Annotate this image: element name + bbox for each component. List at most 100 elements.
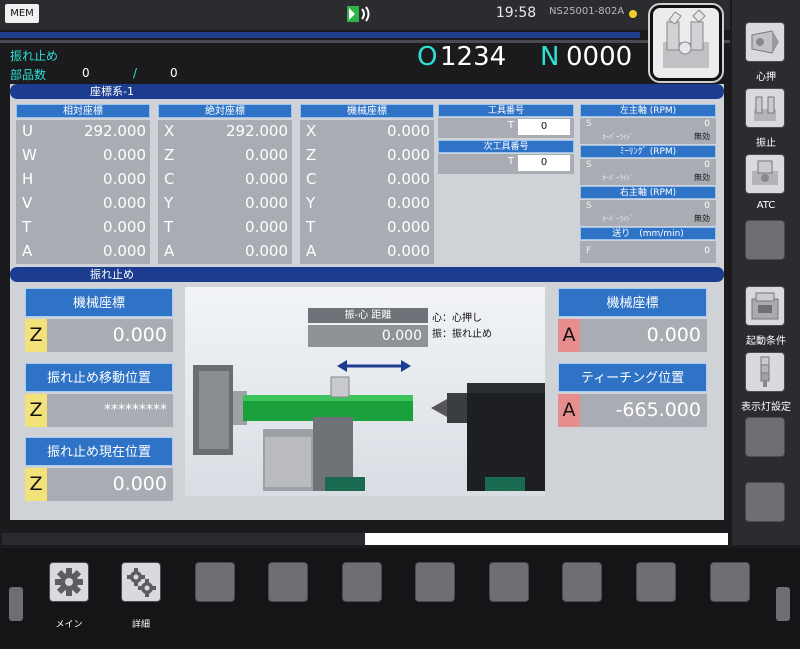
axis-value: 0.000 — [245, 242, 288, 260]
parts-count-label: 部品数 — [10, 68, 47, 82]
signal-tower-icon — [760, 356, 770, 387]
absolute-coord-header: 絶対座標 — [158, 104, 292, 118]
coord-row: A 0.000 — [16, 240, 150, 264]
axis-value: 0.000 — [387, 218, 430, 236]
clock: 19:58 — [495, 5, 537, 21]
atc-icon — [752, 160, 778, 185]
axis-label: T — [306, 218, 316, 236]
coord-row: U 292.000 — [16, 120, 150, 144]
bottom-button-label: メイン — [55, 620, 83, 630]
machine-coord-list: X 0.000 Z 0.000 C 0.000 Y 0.000 T 0.000 A 0.00… — [300, 120, 434, 264]
milling-spindle-box: S 0 ｵｰﾊﾞｰﾗｲﾄﾞ 無効 — [580, 159, 716, 185]
right-spindle-header: 右主軸 (RPM) — [580, 186, 716, 199]
bottom-blank-button[interactable] — [195, 562, 235, 602]
machine-icon — [751, 292, 779, 320]
feed-label: F — [586, 246, 592, 256]
side-button-label: ATC — [756, 200, 776, 211]
axis-value: 0.000 — [387, 170, 430, 188]
side-blank-button[interactable] — [745, 482, 785, 522]
distance-value: 0.000 — [308, 325, 428, 347]
operation-status: 振れ止め — [10, 49, 59, 63]
axis-value: 0.000 — [103, 146, 146, 164]
header-rule — [0, 32, 640, 38]
axis-value: 0.000 — [646, 324, 701, 346]
side-blank-button[interactable] — [745, 220, 785, 260]
next-tool-header: 次工具番号 — [438, 140, 574, 153]
tool-number-header: 工具番号 — [438, 104, 574, 117]
axis-value: 0.000 — [387, 242, 430, 260]
feed-box: F 0 — [580, 241, 716, 263]
axis-label: A — [164, 242, 175, 260]
next-tool-box: T 0 — [438, 154, 574, 174]
scroll-left-tab[interactable] — [9, 587, 23, 621]
override-value: 無効 — [694, 214, 710, 223]
spindle-s-label: S — [586, 119, 592, 129]
axis-letter: Z — [25, 394, 47, 427]
indicator-settings-button[interactable] — [745, 352, 785, 392]
axis-value: 0.000 — [103, 218, 146, 236]
steady-current-position-box: Z 0.000 — [25, 468, 173, 501]
side-blank-button[interactable] — [745, 417, 785, 457]
gears-icon — [127, 568, 156, 597]
sequence-number: 0000 — [566, 42, 633, 72]
bottom-blank-button[interactable] — [342, 562, 382, 602]
axis-label: C — [306, 170, 317, 188]
scroll-right-tab[interactable] — [776, 587, 790, 621]
bottom-bar — [0, 548, 800, 649]
bottom-blank-button[interactable] — [268, 562, 308, 602]
side-button-label: 起動条件 — [746, 336, 786, 347]
axis-value: ********* — [104, 402, 167, 418]
machine-coord-a-box: A 0.000 — [558, 319, 707, 352]
coord-row: Y 0.000 — [300, 192, 434, 216]
side-button-label: 心押 — [756, 72, 776, 83]
main-button[interactable] — [49, 562, 89, 602]
axis-label: Z — [306, 146, 317, 164]
axis-letter: Z — [25, 319, 47, 352]
steady-move-position-button[interactable]: 振れ止め移動位置 — [25, 363, 173, 392]
axis-value: 0.000 — [103, 194, 146, 212]
start-conditions-button[interactable] — [745, 286, 785, 326]
detail-button[interactable] — [121, 562, 161, 602]
bottom-button-label: 詳細 — [131, 620, 150, 630]
steady-rest-mode-icon[interactable] — [650, 5, 722, 81]
right-spindle-box: S 0 ｵｰﾊﾞｰﾗｲﾄﾞ 無効 — [580, 200, 716, 226]
bottom-blank-button[interactable] — [415, 562, 455, 602]
teaching-position-button[interactable]: ティーチング位置 — [558, 363, 707, 392]
parts-total: 0 — [170, 66, 178, 80]
model-name: NS25001-802A — [549, 6, 625, 17]
override-label: ｵｰﾊﾞｰﾗｲﾄﾞ — [602, 133, 634, 141]
steady-current-position-button[interactable]: 振れ止め現在位置 — [25, 437, 173, 466]
tailstock-button[interactable] — [745, 22, 785, 62]
coord-row: A 0.000 — [158, 240, 292, 264]
axis-value: 0.000 — [103, 242, 146, 260]
bottom-blank-button[interactable] — [562, 562, 602, 602]
legend-tailstock: 心：心押し — [432, 313, 482, 324]
machine-coord-a-button[interactable]: 機械座標 — [558, 288, 707, 317]
axis-letter: A — [558, 394, 580, 427]
axis-label: T — [164, 218, 174, 236]
bottom-blank-button[interactable] — [636, 562, 676, 602]
axis-value: 0.000 — [387, 122, 430, 140]
axis-label: W — [22, 146, 37, 164]
steady-rest-button[interactable] — [745, 88, 785, 128]
progress-fill — [365, 533, 728, 545]
coord-row: T 0.000 — [16, 216, 150, 240]
spindle-s-label: S — [586, 201, 592, 211]
coord-row: T 0.000 — [158, 216, 292, 240]
bottom-blank-button[interactable] — [489, 562, 529, 602]
coord-row: Z 0.000 — [158, 144, 292, 168]
coord-row: X 292.000 — [158, 120, 292, 144]
spindle-s-value: 0 — [704, 119, 710, 129]
axis-label: T — [22, 218, 32, 236]
legend-steady-rest: 振：振れ止め — [432, 329, 492, 340]
axis-label: A — [306, 242, 317, 260]
machine-coord-z-button[interactable]: 機械座標 — [25, 288, 173, 317]
axis-label: C — [164, 170, 175, 188]
axis-value: 0.000 — [245, 146, 288, 164]
coord-row: Y 0.000 — [158, 192, 292, 216]
status-dot-icon — [629, 10, 637, 18]
bottom-blank-button[interactable] — [710, 562, 750, 602]
atc-button[interactable] — [745, 154, 785, 194]
axis-value: 0.000 — [387, 146, 430, 164]
steady-rest-icon — [754, 96, 776, 121]
